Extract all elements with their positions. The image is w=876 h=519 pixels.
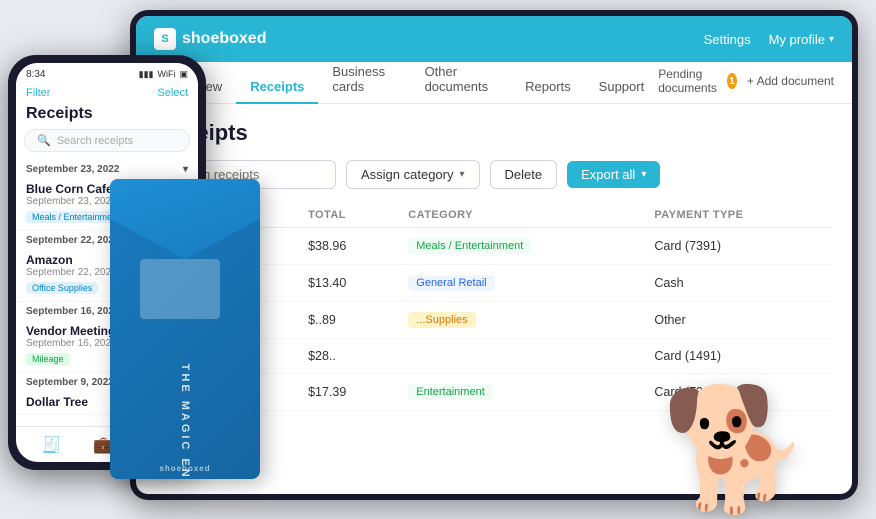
tab-other-documents[interactable]: Other documents xyxy=(411,56,512,104)
tab-support[interactable]: Support xyxy=(585,71,659,104)
assign-category-chevron-icon: ▾ xyxy=(460,169,465,180)
tab-reports[interactable]: Reports xyxy=(511,71,585,104)
phone-receipts-title: Receipts xyxy=(16,105,198,129)
assign-category-button[interactable]: Assign category ▾ xyxy=(346,160,480,189)
envelope-window xyxy=(140,259,220,319)
top-nav-right: Settings My profile ▾ xyxy=(704,32,834,47)
shoeboxed-logo-icon: S xyxy=(154,28,176,50)
wifi-icon: WiFi xyxy=(157,69,175,79)
add-document-button[interactable]: + Add document xyxy=(747,74,834,88)
profile-chevron-icon: ▾ xyxy=(829,34,834,45)
tab-receipts[interactable]: Receipts xyxy=(236,71,318,104)
envelope-body: THE MAGIC ENVELOPE shoeboxed xyxy=(110,179,260,479)
settings-button[interactable]: Settings xyxy=(704,32,751,47)
export-chevron-icon: ▾ xyxy=(641,169,646,180)
shiba-dog-mascot: 🐕 xyxy=(651,309,821,509)
envelope-brand: shoeboxed xyxy=(159,464,210,473)
col-total: TOTAL xyxy=(298,203,398,228)
pending-documents-badge[interactable]: Pending documents 1 xyxy=(658,67,737,95)
envelope-flap xyxy=(110,179,260,259)
export-all-button[interactable]: Export all ▾ xyxy=(567,161,660,188)
battery-icon: ▣ xyxy=(179,69,188,80)
col-payment: PAYMENT TYPE xyxy=(644,203,832,228)
phone-search-bar[interactable]: 🔍 Search receipts xyxy=(24,129,190,152)
phone-status-bar: 8:34 ▮▮▮ WiFi ▣ xyxy=(16,63,198,85)
pending-label: Pending documents xyxy=(658,67,723,95)
delete-button[interactable]: Delete xyxy=(490,160,558,189)
phone-section-sep-2022-09-23: September 23, 2022 ▾ xyxy=(16,160,198,177)
page-title: Receipts xyxy=(156,120,832,146)
phone-filter-button[interactable]: Filter xyxy=(26,87,50,99)
phone-search-placeholder: Search receipts xyxy=(57,135,133,147)
phone-search-icon: 🔍 xyxy=(37,134,51,147)
nav-bar: Overview Receipts Business cards Other d… xyxy=(136,62,852,104)
envelope-text: THE MAGIC ENVELOPE xyxy=(179,364,191,479)
logo-area: S shoeboxed xyxy=(154,28,704,50)
pending-count: 1 xyxy=(727,73,737,89)
col-category: CATEGORY xyxy=(398,203,644,228)
my-profile-button[interactable]: My profile ▾ xyxy=(769,32,834,47)
nav-right: Pending documents 1 + Add document xyxy=(658,67,834,103)
tab-business-cards[interactable]: Business cards xyxy=(318,56,410,104)
envelope-overlay: THE MAGIC ENVELOPE shoeboxed xyxy=(110,179,280,519)
phone-select-button[interactable]: Select xyxy=(157,87,188,99)
signal-icon: ▮▮▮ xyxy=(139,69,154,80)
receipts-tab-icon[interactable]: 🧾 xyxy=(42,435,62,455)
phone-toolbar: Filter Select xyxy=(16,85,198,105)
phone-time: 8:34 xyxy=(26,69,45,80)
logo-text: shoeboxed xyxy=(182,30,266,48)
status-right: ▮▮▮ WiFi ▣ xyxy=(139,69,188,80)
